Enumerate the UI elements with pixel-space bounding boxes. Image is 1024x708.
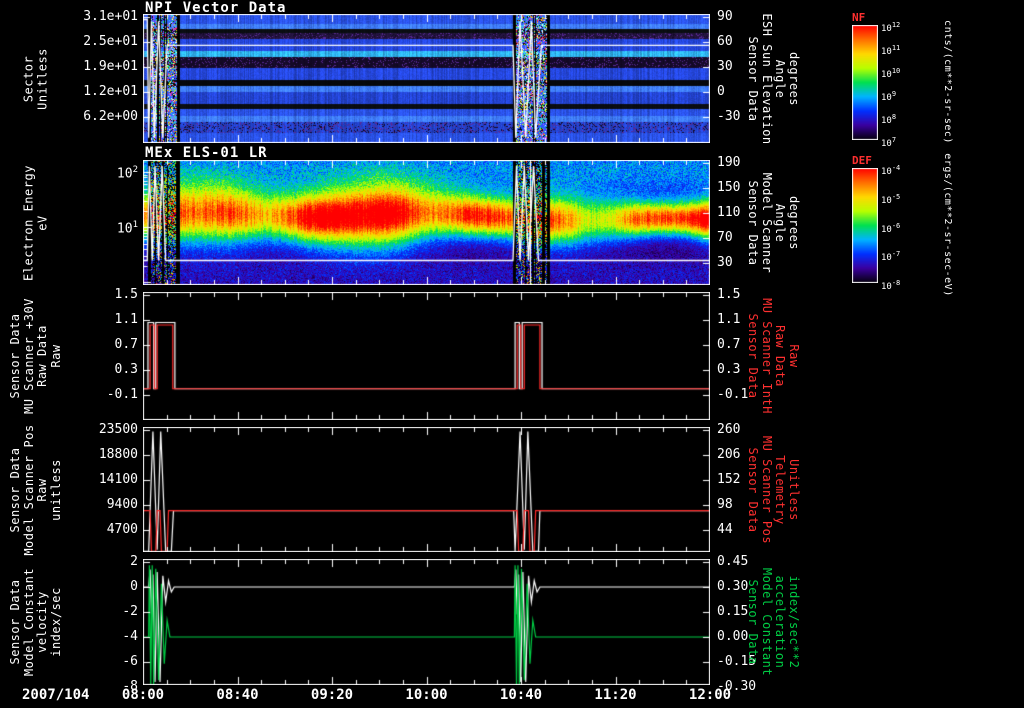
y-tick-label-left: -6 [122,654,138,669]
colorbar-tick-label: 1010 [881,67,901,80]
colorbar-tick-label: 10-6 [881,221,901,235]
y-axis-label-right: Raw Raw Data MU Scanner IntH Sensor Data [746,298,802,414]
y-tick-label-left: 0.3 [114,362,138,377]
colorbar-tick-label: 10-8 [881,279,901,292]
y-tick-label-left: 14100 [98,472,138,487]
y-axis-label-right: Unitless Telemetry MU Scanner Pos Sensor Da… [746,435,802,544]
x-tick-label: 11:20 [594,687,637,703]
x-tick-label: 08:40 [216,687,259,703]
y-axis-label-left: Sensor Data Model Constant velocity index/s… [8,567,63,677]
y-axis-label-left: Sensor Data Model Scanner Pos Raw unitless [8,423,63,556]
colorbar-tick-label: 1011 [881,44,901,57]
y-tick-label-left: 1.1 [114,312,138,327]
colorbar-tick-label: 108 [881,113,897,126]
y-tick-label-left: 1.9e+01 [83,59,138,74]
velocity-acceleration-lineplot-canvas [143,559,710,685]
y-axis-label-left: Sensor Data MU Scanner +30V Raw Data Raw [8,298,63,414]
x-tick-label: 10:40 [499,687,543,703]
y-tick-label-left: 6.2e+00 [83,109,138,124]
colorbar-units-label: cnts/(cm**2-sr-sec) [941,20,953,144]
y-tick-label-right: 0.45 [717,554,749,569]
panel-title-els: MEx ELS-01 LR [145,145,268,161]
colorbar-tick-label: 10-7 [881,250,901,264]
y-axis-label-left: Sector Unitless [21,47,50,110]
x-tick-label: 08:00 [121,687,165,703]
y-axis-label-right: degrees Angle ESH Sun Elevation Sensor Data [746,12,802,145]
y-axis-label-left: Electron Energy eV [21,164,50,281]
sddas-multipanel-science-plot: NPI Vector Data MEx ELS-01 LR NF DEF 200… [0,0,1024,708]
nf-colorbar-title: NF [852,11,866,24]
colorbar-tick-label: 10-5 [881,192,901,206]
colorbar-tick-label: 107 [881,136,897,149]
y-axis-label-right: index/sec**2 acceleration Model Constant Se… [746,567,802,677]
y-tick-label-left: -2 [122,604,138,619]
def-colorbar [852,168,878,283]
y-tick-label-left: 0 [130,579,138,594]
y-tick-label-left: 2.5e+01 [83,34,138,49]
x-tick-label: 10:00 [405,687,448,703]
y-tick-label-left: 0.7 [114,337,138,352]
npi-sector-spectrogram-canvas [143,14,710,143]
y-tick-label-left: 23500 [98,422,138,437]
x-tick-label: 09:20 [310,687,354,703]
y-tick-label-left: -4 [122,629,138,644]
y-tick-label-left: 1.5 [114,287,138,302]
y-tick-label-right: 190 [717,155,741,170]
colorbar-units-label: ergs/(cm**2-sr-sec-eV) [941,153,953,297]
scanner-position-lineplot-canvas [143,427,710,552]
y-tick-label-left: 2 [130,554,138,569]
colorbar-tick-label: 109 [881,90,897,103]
y-tick-label-left: -0.1 [106,387,138,402]
y-tick-label-left: 101 [116,220,138,237]
colorbar-tick-label: 10-4 [881,164,901,177]
y-axis-label-right: degrees Angle Model Scanner Sensor Data [746,172,802,273]
mu-scanner-raw-lineplot-canvas [143,292,710,420]
def-colorbar-title: DEF [852,154,872,167]
y-tick-label-left: 3.1e+01 [83,9,138,24]
colorbar-tick-label: 1012 [881,21,901,34]
y-tick-label-left: 4700 [106,522,138,537]
y-tick-label-left: 18800 [98,447,138,462]
y-tick-label-right: 260 [717,422,741,437]
nf-colorbar [852,25,878,140]
y-tick-label-left: 9400 [106,497,138,512]
els-electron-energy-spectrogram-canvas [143,160,710,285]
y-tick-label-left: 102 [116,164,138,182]
y-tick-label-left: 1.2e+01 [83,84,138,99]
x-tick-label: 12:00 [688,687,732,703]
